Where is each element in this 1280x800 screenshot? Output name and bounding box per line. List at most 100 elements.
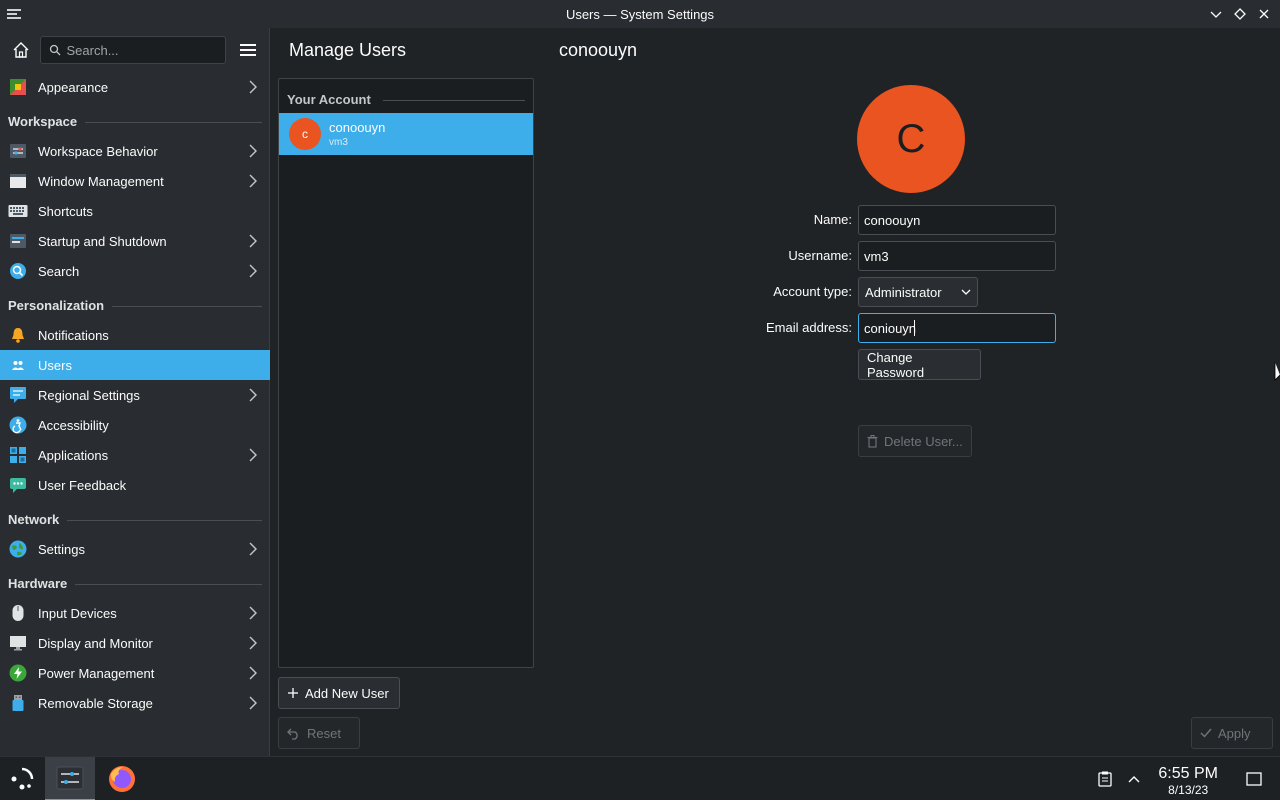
sidebar-item-user-feedback[interactable]: User Feedback [0,470,270,500]
power-icon [8,663,28,683]
name-label: Name: [813,212,852,227]
sidebar-item-search[interactable]: Search [0,256,270,286]
sidebar-item-shortcuts[interactable]: Shortcuts [0,196,270,226]
sidebar-item-appearance[interactable]: Appearance [0,72,270,102]
firefox-task[interactable] [100,757,144,800]
sidebar-item-power-management[interactable]: Power Management [0,658,270,688]
account-username: vm3 [329,137,348,148]
chevron-down-icon [1210,11,1222,18]
sidebar: Appearance Workspace Workspace Behavior Win… [0,28,270,756]
sidebar-item-removable-storage[interactable]: Removable Storage [0,688,270,718]
name-input[interactable] [864,212,1050,228]
email-label: Email address: [766,320,852,335]
name-field[interactable] [858,205,1056,235]
apply-button[interactable]: Apply [1191,717,1273,749]
home-icon [13,42,29,58]
search-field[interactable] [39,36,226,64]
sidebar-item-label: User Feedback [38,477,127,493]
section-divider [67,520,262,521]
maximize-button[interactable] [1230,4,1250,24]
diamond-icon [1234,8,1246,20]
sidebar-item-label: Workspace Behavior [38,143,158,159]
sidebar-section-label: Workspace [8,114,78,129]
system-settings-task[interactable] [45,757,95,800]
delete-user-label: Delete User... [884,433,963,449]
text-cursor [914,320,916,336]
sidebar-item-workspace-behavior[interactable]: Workspace Behavior [0,136,270,166]
chevron-right-icon [248,606,258,620]
bell-icon [8,325,28,345]
sidebar-section-hardware: Hardware [0,564,270,598]
email-value[interactable]: coniouyn [864,321,916,336]
sidebar-item-label: Settings [38,541,85,557]
sidebar-item-window-management[interactable]: Window Management [0,166,270,196]
clipboard-icon [1098,771,1112,787]
sidebar-item-label: Users [38,357,72,373]
show-desktop-icon [1246,772,1262,786]
app-launcher-button[interactable] [0,757,44,800]
keyboard-icon [8,201,28,221]
close-button[interactable] [1254,4,1274,24]
delete-user-button[interactable]: Delete User... [858,425,972,457]
checkmark-icon [1200,728,1212,738]
apply-label: Apply [1218,725,1251,741]
sidebar-item-users[interactable]: Users [0,350,270,380]
chevron-right-icon [248,542,258,556]
account-name: conoouyn [329,120,386,135]
sidebar-item-label: Display and Monitor [38,635,153,651]
chevron-right-icon [248,80,258,94]
mouse-icon [8,603,28,623]
sidebar-section-label: Network [8,512,60,527]
chevron-right-icon [248,636,258,650]
show-desktop-button[interactable] [1242,757,1266,800]
sidebar-item-label: Appearance [38,79,109,95]
account-list: Your Account c conoouyn vm3 [278,78,534,668]
clock[interactable]: 6:55 PM 8/13/23 [1158,765,1218,797]
chevron-right-icon [248,696,258,710]
sidebar-item-input-devices[interactable]: Input Devices [0,598,270,628]
username-field[interactable] [858,241,1056,271]
sidebar-item-startup-and-shutdown[interactable]: Startup and Shutdown [0,226,270,256]
sidebar-item-label: Notifications [38,327,109,343]
search-icon [49,44,60,56]
reset-button[interactable]: Reset [278,717,360,749]
appearance-icon [8,77,28,97]
home-button[interactable] [8,37,34,63]
sidebar-item-regional-settings[interactable]: Regional Settings [0,380,270,410]
startup-icon [8,231,28,251]
window-management-icon [8,171,28,191]
account-type-select[interactable]: Administrator [858,277,978,307]
email-field[interactable]: coniouyn [858,313,1056,343]
sidebar-item-notifications[interactable]: Notifications [0,320,270,350]
window-title: Users — System Settings [565,6,715,22]
launcher-icon [11,767,34,790]
minimize-button[interactable] [1206,4,1226,24]
title-bar: Users — System Settings [0,0,1280,28]
section-divider [383,100,525,101]
add-new-user-button[interactable]: Add New User [278,677,400,709]
mouse-cursor-icon [1274,362,1280,381]
user-avatar[interactable]: C [857,85,965,193]
window-menu-icon[interactable] [6,6,22,22]
hamburger-icon [240,44,257,56]
sidebar-item-label: Input Devices [38,605,117,621]
section-divider [85,122,262,123]
sidebar-item-applications[interactable]: Applications [0,440,270,470]
clipboard-button[interactable] [1095,757,1115,800]
reset-label: Reset [307,725,341,741]
users-icon [8,355,28,375]
sidebar-item-display-and-monitor[interactable]: Display and Monitor [0,628,270,658]
username-input[interactable] [864,248,1050,264]
undo-icon [287,728,298,740]
sidebar-item-accessibility[interactable]: Accessibility [0,410,270,440]
hamburger-menu-button[interactable] [236,37,262,63]
search-input[interactable] [66,42,217,58]
change-password-button[interactable]: Change Password [858,349,981,380]
accessibility-icon [8,415,28,435]
sidebar-item-settings[interactable]: Settings [0,534,270,564]
account-item[interactable]: c conoouyn vm3 [279,113,533,155]
system-tray-expand-button[interactable] [1124,757,1144,800]
clock-date: 8/13/23 [1168,783,1209,797]
user-title: conoouyn [559,40,638,60]
username-label: Username: [788,248,852,263]
